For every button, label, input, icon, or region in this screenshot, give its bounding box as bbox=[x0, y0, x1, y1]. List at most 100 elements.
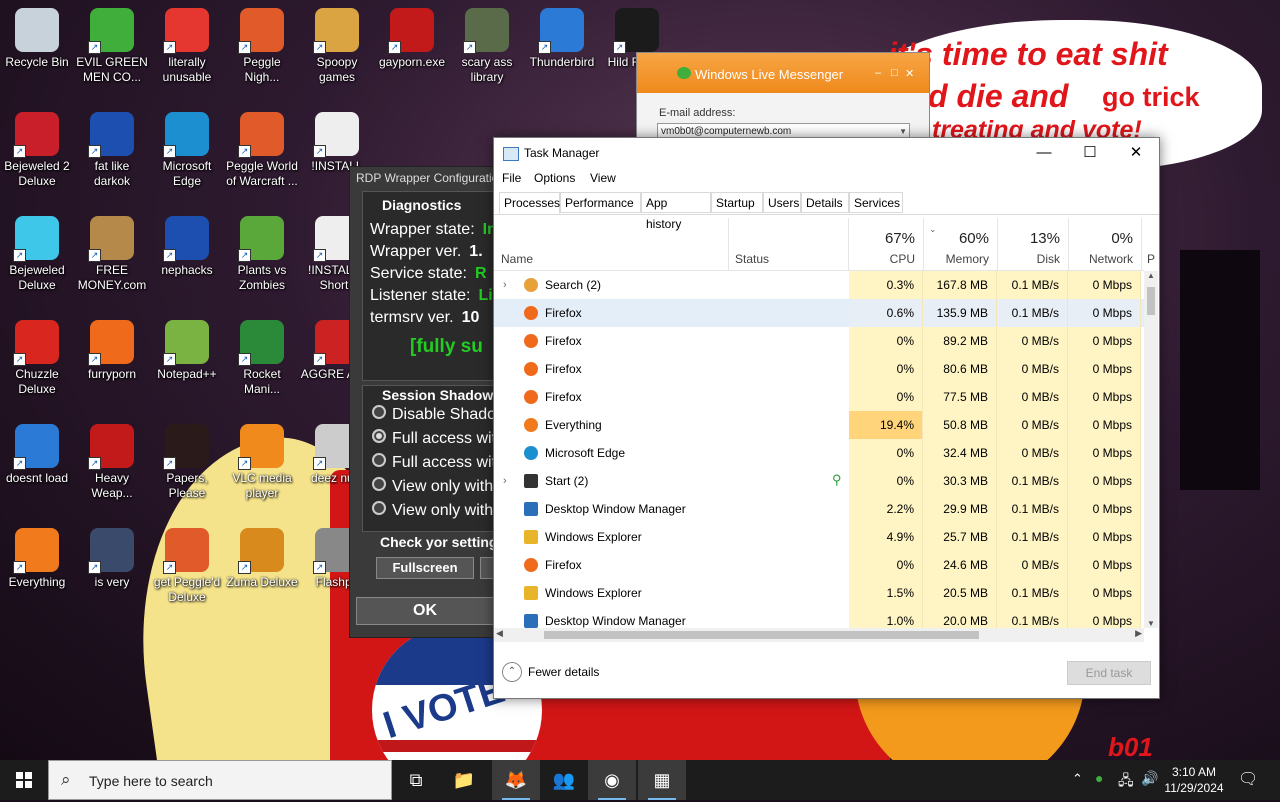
process-row[interactable]: › Search (2) 0.3% 167.8 MB 0.1 MB/s 0 Mbps bbox=[494, 271, 1144, 299]
tray-app-icon[interactable]: ● bbox=[1095, 770, 1103, 786]
column-header-disk[interactable]: 13% Disk bbox=[997, 218, 1069, 270]
process-row[interactable]: Everything 19.4% 50.8 MB 0 MB/s 0 Mbps bbox=[494, 411, 1144, 439]
taskbar-search-box[interactable]: ⌕ Type here to search bbox=[48, 760, 392, 800]
scroll-right-icon[interactable]: ▶ bbox=[1135, 628, 1142, 639]
rdp-wrapper-window[interactable]: RDP Wrapper Configuration Diagnostics Wr… bbox=[349, 166, 508, 638]
desktop-icon[interactable]: ↗ Bejeweled Deluxe bbox=[0, 210, 74, 310]
process-row[interactable]: Windows Explorer 4.9% 25.7 MB 0.1 MB/s 0 Mbp… bbox=[494, 523, 1144, 551]
shadowing-radio[interactable]: Disable Shadow bbox=[372, 405, 508, 424]
desktop-icon[interactable]: ↗ Microsoft Edge bbox=[150, 106, 224, 206]
process-row[interactable]: Microsoft Edge 0% 32.4 MB 0 MB/s 0 Mbps bbox=[494, 439, 1144, 467]
desktop-icon[interactable]: ↗ scary ass library bbox=[450, 2, 524, 102]
process-row[interactable]: Firefox 0.6% 135.9 MB 0.1 MB/s 0 Mbps bbox=[494, 299, 1144, 327]
desktop-icon[interactable]: ↗ FREE MONEY.com bbox=[75, 210, 149, 310]
messenger-minimize-button[interactable]: – bbox=[875, 67, 881, 79]
shadowing-radio[interactable]: Full access with bbox=[372, 429, 505, 448]
process-row[interactable]: › Start (2) ⚲ 0% 30.3 MB 0.1 MB/s 0 Mbps bbox=[494, 467, 1144, 495]
desktop-icon[interactable]: ↗ gayporn.exe bbox=[375, 2, 449, 102]
start-button[interactable] bbox=[0, 760, 48, 800]
desktop-icon[interactable]: ↗ Papers, Please bbox=[150, 418, 224, 518]
desktop-icon[interactable]: ↗ nephacks bbox=[150, 210, 224, 310]
tab-services[interactable]: Services bbox=[849, 192, 903, 213]
scroll-thumb[interactable] bbox=[1147, 287, 1155, 315]
desktop-icon[interactable]: ↗ Spoopy games bbox=[300, 2, 374, 102]
column-header-network[interactable]: 0% Network bbox=[1068, 218, 1142, 270]
tab-details[interactable]: Details bbox=[801, 192, 849, 213]
desktop-icon[interactable]: ↗ Heavy Weap... bbox=[75, 418, 149, 518]
menu-view[interactable]: View bbox=[590, 171, 616, 185]
column-header-cpu[interactable]: 67% CPU bbox=[849, 218, 924, 270]
process-row[interactable]: Firefox 0% 89.2 MB 0 MB/s 0 Mbps bbox=[494, 327, 1144, 355]
scroll-up-icon[interactable]: ▲ bbox=[1147, 271, 1155, 280]
process-row[interactable]: Firefox 0% 80.6 MB 0 MB/s 0 Mbps bbox=[494, 355, 1144, 383]
shadowing-radio[interactable]: View only with bbox=[372, 477, 493, 496]
close-button[interactable]: ✕ bbox=[1113, 138, 1159, 168]
process-row[interactable]: Firefox 0% 24.6 MB 0 MB/s 0 Mbps bbox=[494, 551, 1144, 579]
messenger-maximize-button[interactable]: □ bbox=[891, 67, 898, 79]
tab-performance[interactable]: Performance bbox=[560, 192, 641, 213]
desktop-icon[interactable]: ↗ Chuzzle Deluxe bbox=[0, 314, 74, 414]
desktop-icon[interactable]: ↗ Zuma Deluxe bbox=[225, 522, 299, 622]
fewer-details-link[interactable]: Fewer details bbox=[528, 665, 599, 679]
desktop-icon[interactable]: ↗ Notepad++ bbox=[150, 314, 224, 414]
process-row[interactable]: Windows Explorer 1.5% 20.5 MB 0.1 MB/s 0 Mbp… bbox=[494, 579, 1144, 607]
tab-startup[interactable]: Startup bbox=[711, 192, 763, 213]
menu-file[interactable]: File bbox=[502, 171, 521, 185]
desktop-icon[interactable]: ↗ EVIL GREEN MEN CO... bbox=[75, 2, 149, 102]
desktop-icon[interactable]: ↗ furryporn bbox=[75, 314, 149, 414]
desktop-icon[interactable]: ↗ literally unusable bbox=[150, 2, 224, 102]
horizontal-scrollbar[interactable]: ◀ ▶ bbox=[494, 628, 1144, 642]
shadowing-radio[interactable]: Full access with bbox=[372, 453, 505, 472]
desktop-icon[interactable]: ↗ is very bbox=[75, 522, 149, 622]
process-row[interactable]: Desktop Window Manager 1.0% 20.0 MB 0.1 MB/… bbox=[494, 607, 1144, 628]
expand-chevron-icon[interactable]: › bbox=[503, 467, 507, 495]
clock[interactable]: 3:10 AM 11/29/2024 bbox=[1162, 764, 1226, 796]
desktop-icon[interactable]: ↗ Everything bbox=[0, 522, 74, 622]
tray-chevron-up-icon[interactable]: ⌃ bbox=[1072, 771, 1083, 787]
scroll-down-icon[interactable]: ▼ bbox=[1147, 619, 1155, 628]
task-manager-window[interactable]: Task Manager — ☐ ✕ File Options View Pro… bbox=[493, 137, 1160, 699]
maximize-button[interactable]: ☐ bbox=[1067, 138, 1113, 168]
end-task-button[interactable]: End task bbox=[1067, 661, 1151, 685]
column-header-status[interactable]: Status bbox=[728, 218, 849, 270]
messenger-close-button[interactable]: ✕ bbox=[905, 67, 914, 80]
desktop-icon[interactable]: ↗ Peggle Nigh... bbox=[225, 2, 299, 102]
network-icon[interactable]: 🖧 bbox=[1118, 770, 1134, 794]
expand-chevron-icon[interactable]: › bbox=[503, 271, 507, 299]
column-header-power[interactable]: P bbox=[1141, 218, 1159, 270]
hscroll-thumb[interactable] bbox=[544, 631, 979, 639]
desktop-icon[interactable]: ↗ Plants vs Zombies bbox=[225, 210, 299, 310]
taskbar-app-button[interactable]: ▦ bbox=[638, 760, 686, 800]
desktop-icon[interactable]: ↗ Peggle World of Warcraft ... bbox=[225, 106, 299, 206]
minimize-button[interactable]: — bbox=[1021, 138, 1067, 168]
taskbar-app-button[interactable]: ◉ bbox=[588, 760, 636, 800]
taskbar-app-button[interactable]: 📁 bbox=[440, 760, 488, 800]
process-row[interactable]: Firefox 0% 77.5 MB 0 MB/s 0 Mbps bbox=[494, 383, 1144, 411]
taskbar-app-button[interactable]: 🦊 bbox=[492, 760, 540, 800]
column-header-memory[interactable]: ⌄ 60% Memory bbox=[923, 218, 998, 270]
volume-icon[interactable]: 🔊 bbox=[1141, 770, 1158, 787]
desktop-icon[interactable]: ↗ get Peggle'd Deluxe bbox=[150, 522, 224, 622]
vertical-scrollbar[interactable]: ▲ ▼ bbox=[1144, 271, 1158, 628]
tab-processes[interactable]: Processes bbox=[499, 192, 560, 214]
tab-app-history[interactable]: App history bbox=[641, 192, 711, 231]
desktop-icon[interactable]: ↗ Bejeweled 2 Deluxe bbox=[0, 106, 74, 206]
desktop-icon[interactable]: ↗ Rocket Mani... bbox=[225, 314, 299, 414]
desktop-icon[interactable]: ↗ fat like darkok bbox=[75, 106, 149, 206]
tab-users[interactable]: Users bbox=[763, 192, 801, 213]
process-list[interactable]: › Search (2) 0.3% 167.8 MB 0.1 MB/s 0 Mbps Fir… bbox=[494, 271, 1144, 628]
desktop-icon[interactable]: ↗ VLC media player bbox=[225, 418, 299, 518]
taskbar-app-button[interactable]: 👥 bbox=[540, 760, 588, 800]
process-row[interactable]: Desktop Window Manager 2.2% 29.9 MB 0.1 MB/… bbox=[494, 495, 1144, 523]
menu-options[interactable]: Options bbox=[534, 171, 575, 185]
column-header-name[interactable]: Name bbox=[494, 218, 729, 270]
desktop-icon[interactable]: Recycle Bin bbox=[0, 2, 74, 102]
chevron-up-icon[interactable]: ⌃ bbox=[502, 662, 522, 682]
ok-button[interactable]: OK bbox=[356, 597, 494, 625]
desktop-icon[interactable]: ↗ doesnt load bbox=[0, 418, 74, 518]
desktop-icon[interactable]: ↗ Thunderbird bbox=[525, 2, 599, 102]
task-manager-titlebar[interactable]: Task Manager — ☐ ✕ bbox=[494, 138, 1159, 168]
fullscreen-button[interactable]: Fullscreen bbox=[376, 557, 474, 579]
scroll-left-icon[interactable]: ◀ bbox=[496, 628, 503, 639]
shadowing-radio[interactable]: View only with bbox=[372, 501, 493, 520]
